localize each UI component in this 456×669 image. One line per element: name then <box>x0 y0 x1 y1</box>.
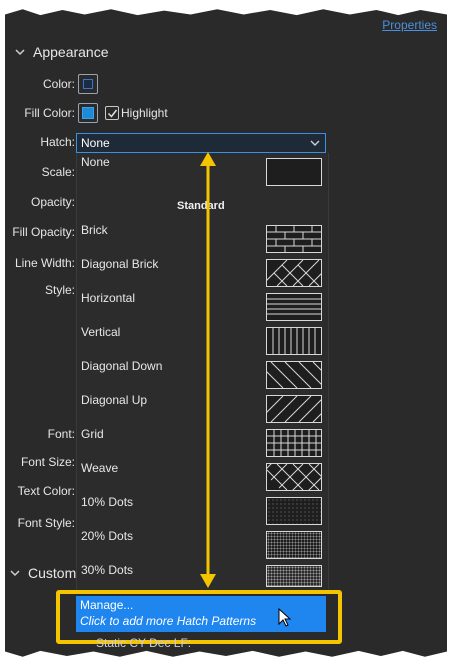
fill-color-swatch-value <box>82 107 94 119</box>
hatch-preview-none[interactable] <box>266 158 322 186</box>
diagonal-brick-pattern-icon <box>267 260 321 286</box>
custom-section-header[interactable]: Custom <box>10 565 76 581</box>
hatch-select-value: None <box>81 136 110 150</box>
hatch-option-vertical[interactable]: Vertical <box>81 325 120 339</box>
font-style-label: Font Style: <box>17 516 75 530</box>
partially-hidden-text: Static CY Dec LF: <box>96 636 192 650</box>
hatch-preview-dots-30[interactable] <box>266 565 322 587</box>
chevron-down-icon <box>310 140 320 146</box>
hatch-preview-diagonal-up[interactable] <box>266 395 322 423</box>
hatch-preview-grid[interactable] <box>266 429 322 457</box>
line-width-label: Line Width: <box>14 256 75 270</box>
mouse-cursor-icon <box>278 608 292 627</box>
hatch-option-dots-30[interactable]: 30% Dots <box>81 563 133 577</box>
hatch-preview-weave[interactable] <box>266 463 322 491</box>
style-label: Style: <box>44 283 75 297</box>
hatch-option-brick[interactable]: Brick <box>81 223 108 237</box>
color-label: Color: <box>42 77 75 91</box>
brick-pattern-icon <box>267 226 321 252</box>
horizontal-pattern-icon <box>267 298 321 315</box>
double-arrow-annotation-icon <box>200 152 216 588</box>
diagonal-up-pattern-icon <box>267 396 321 422</box>
diagonal-down-pattern-icon <box>267 362 321 388</box>
chevron-down-icon <box>15 49 25 56</box>
appearance-section-header[interactable]: Appearance <box>15 44 109 60</box>
fill-color-swatch-button[interactable] <box>78 103 98 123</box>
hatch-option-grid[interactable]: Grid <box>81 427 104 441</box>
hatch-option-diagonal-up[interactable]: Diagonal Up <box>81 393 147 407</box>
hatch-none-pattern-icon <box>267 159 321 185</box>
hatch-label: Hatch: <box>40 135 75 149</box>
color-swatch-value <box>83 79 93 89</box>
font-label: Font: <box>47 427 75 441</box>
hatch-option-dots-10[interactable]: 10% Dots <box>81 495 133 509</box>
hatch-preview-brick[interactable] <box>266 225 322 253</box>
checkmark-icon <box>107 109 118 118</box>
hatch-preview-vertical[interactable] <box>266 327 322 355</box>
font-size-label: Font Size: <box>20 455 75 469</box>
weave-pattern-icon <box>267 464 321 490</box>
hatch-preview-horizontal[interactable] <box>266 293 322 321</box>
hatch-preview-dots-20[interactable] <box>266 531 322 559</box>
highlight-checkbox[interactable] <box>105 106 119 120</box>
fill-color-label: Fill Color: <box>24 106 75 120</box>
color-swatch-button[interactable] <box>78 74 98 94</box>
hatch-preview-diagonal-brick[interactable] <box>266 259 322 287</box>
text-color-label: Text Color: <box>17 484 75 498</box>
scale-label: Scale: <box>41 165 75 179</box>
fill-opacity-label: Fill Opacity: <box>12 225 75 239</box>
hatch-option-horizontal[interactable]: Horizontal <box>81 291 135 305</box>
grid-pattern-icon <box>267 430 321 456</box>
appearance-title: Appearance <box>33 44 109 60</box>
highlight-label: Highlight <box>121 106 168 120</box>
hatch-option-diagonal-down[interactable]: Diagonal Down <box>81 359 162 373</box>
custom-section-title: Custom <box>28 565 77 581</box>
opacity-label: Opacity: <box>30 195 75 209</box>
chevron-down-icon <box>10 570 20 577</box>
hatch-preview-diagonal-down[interactable] <box>266 361 322 389</box>
hatch-option-none[interactable]: None <box>81 155 110 169</box>
hatch-option-weave[interactable]: Weave <box>81 461 118 475</box>
hatch-option-dots-20[interactable]: 20% Dots <box>81 529 133 543</box>
screenshot-frame: Properties Appearance Color: Fill Color:… <box>0 0 456 669</box>
hatch-preview-dots-10[interactable] <box>266 497 322 525</box>
hatch-option-diagonal-brick[interactable]: Diagonal Brick <box>81 257 158 271</box>
vertical-pattern-icon <box>272 328 316 354</box>
properties-link[interactable]: Properties <box>382 18 437 32</box>
